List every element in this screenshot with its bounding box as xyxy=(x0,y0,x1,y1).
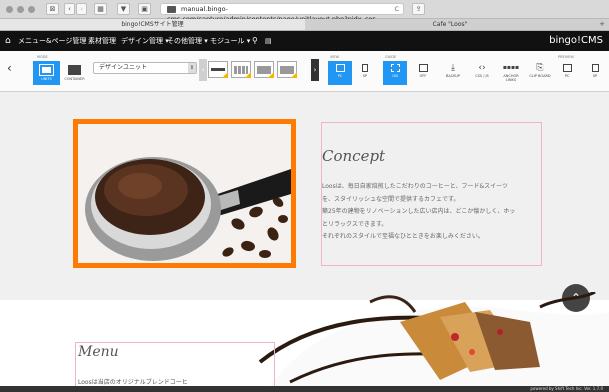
units-icon xyxy=(39,64,54,76)
thumbs-prev-button[interactable]: ‹ xyxy=(199,59,207,81)
search-icon[interactable]: ⚲ xyxy=(252,31,258,51)
tab-overview-icon[interactable]: ▦ xyxy=(94,3,107,15)
unit-thumbnail[interactable] xyxy=(231,61,251,78)
smartphone-icon xyxy=(362,64,368,72)
guide-on-button[interactable]: ON xyxy=(383,61,407,85)
design-unit-select[interactable]: デザインユニット ⇕ xyxy=(93,62,197,74)
other-menu[interactable]: その他管理 ▾ xyxy=(167,31,208,51)
guide-off-icon xyxy=(418,64,428,72)
mode-label: MODE xyxy=(37,55,48,59)
site-icon xyxy=(167,5,176,13)
collapse-chevron-icon[interactable]: ‹ xyxy=(7,61,12,75)
materials-link[interactable]: 素材管理 xyxy=(88,31,116,51)
unit-thumbnail[interactable] xyxy=(208,61,228,78)
browser-toolbar: ⊠ ‹ › ▦ ▼ ▣ manual.bingo-cms.com/capture… xyxy=(0,0,609,23)
preview-sp-icon xyxy=(591,64,599,72)
extension-icon[interactable]: ▣ xyxy=(138,3,151,15)
unit-thumbnail[interactable] xyxy=(254,61,274,78)
menu-heading: Menu xyxy=(78,344,119,360)
new-tab-icon[interactable]: + xyxy=(599,19,605,30)
module-menu[interactable]: モジュール ▾ xyxy=(210,31,250,51)
document-icon[interactable]: ▤ xyxy=(265,31,272,51)
backup-button[interactable]: ⤓ BACKUP xyxy=(441,61,465,85)
reload-icon[interactable]: C xyxy=(394,4,399,14)
preview-pc-icon xyxy=(562,64,572,72)
anchor-links-button[interactable]: ▪▪▪▪ ANCHOR LINKS xyxy=(499,61,523,85)
container-icon xyxy=(68,65,81,75)
preview-sp-button[interactable]: SP xyxy=(583,61,607,85)
address-bar[interactable]: manual.bingo-cms.com/capture/admin/conte… xyxy=(160,3,404,23)
guide-on-icon xyxy=(390,64,400,72)
clipboard-button[interactable]: ⎘ CLIP BOARD xyxy=(528,61,552,85)
menu-body: Loosは当店のオリジナルブレンドコーヒ xyxy=(78,379,188,386)
preview-pc-button[interactable]: PC xyxy=(555,61,579,85)
pocket-icon[interactable]: ▼ xyxy=(117,3,130,15)
coffee-portafilter-image xyxy=(78,124,291,263)
unit-thumbnail[interactable] xyxy=(277,61,297,78)
editor-toolbar: ‹ MODE UNITS CONTAINER デザインユニット ⇕ ‹ › VI… xyxy=(0,51,609,92)
view-label: VIEW xyxy=(330,55,340,59)
sidebar-icon[interactable]: ⊠ xyxy=(46,3,59,15)
chevron-down-icon: ⇕ xyxy=(188,63,196,73)
monitor-icon xyxy=(335,64,345,72)
code-icon: ‹› xyxy=(478,63,486,73)
page-preview: Concept Loosは、毎日自家焙煎したこだわりのコーヒーと、フード&スイー… xyxy=(0,92,609,386)
view-pc-button[interactable]: PC xyxy=(328,61,352,85)
mode-container-button[interactable]: CONTAINER xyxy=(61,61,88,85)
tab-cms[interactable]: bingo!CMSサイト管理 xyxy=(0,19,305,30)
footer-credit: powered by Shift Tech Inc. Ver. 1.7.0 xyxy=(0,386,609,392)
download-icon: ⤓ xyxy=(451,63,455,73)
cms-logo: bingo!CMS xyxy=(549,35,603,46)
cms-header: ⌂ メニュー&ページ管理 素材管理 デザイン管理 ▾ その他管理 ▾ モジュール… xyxy=(0,31,609,51)
home-icon[interactable]: ⌂ xyxy=(5,31,11,51)
concept-text-unit[interactable]: Concept Loosは、毎日自家焙煎したこだわりのコーヒーと、フード&スイー… xyxy=(321,122,542,266)
thumbs-next-button[interactable]: › xyxy=(311,59,319,81)
concept-heading: Concept xyxy=(322,147,386,165)
share-icon[interactable]: ⇪ xyxy=(412,3,425,15)
back-icon[interactable]: ‹ xyxy=(64,3,75,15)
preview-label: PREVIEW xyxy=(558,55,574,59)
css-js-button[interactable]: ‹› CSS / JS xyxy=(470,61,494,85)
view-sp-button[interactable]: SP xyxy=(353,61,377,85)
paperclip-icon: ⎘ xyxy=(536,63,544,73)
anchor-links-icon: ▪▪▪▪ xyxy=(502,64,520,71)
close-window-icon[interactable] xyxy=(6,6,13,13)
zoom-window-icon[interactable] xyxy=(28,6,35,13)
concept-body: Loosは、毎日自家焙煎したこだわりのコーヒーと、フード&スイーツ を、スタイリ… xyxy=(322,183,516,240)
coffee-photo-unit[interactable] xyxy=(73,119,296,268)
guide-off-button[interactable]: OFF xyxy=(411,61,435,85)
mode-units-button[interactable]: UNITS xyxy=(33,61,60,85)
minimize-window-icon[interactable] xyxy=(17,6,24,13)
guide-label: GUIDE xyxy=(385,55,397,59)
menu-pages-link[interactable]: メニュー&ページ管理 xyxy=(18,31,86,51)
dessert-image xyxy=(258,292,609,386)
tab-cafe[interactable]: Cafe "Loos" xyxy=(305,19,595,30)
forward-icon[interactable]: › xyxy=(76,3,87,15)
design-menu[interactable]: デザイン管理 ▾ xyxy=(121,31,169,51)
tab-bar: bingo!CMSサイト管理 Cafe "Loos" + xyxy=(0,19,609,31)
